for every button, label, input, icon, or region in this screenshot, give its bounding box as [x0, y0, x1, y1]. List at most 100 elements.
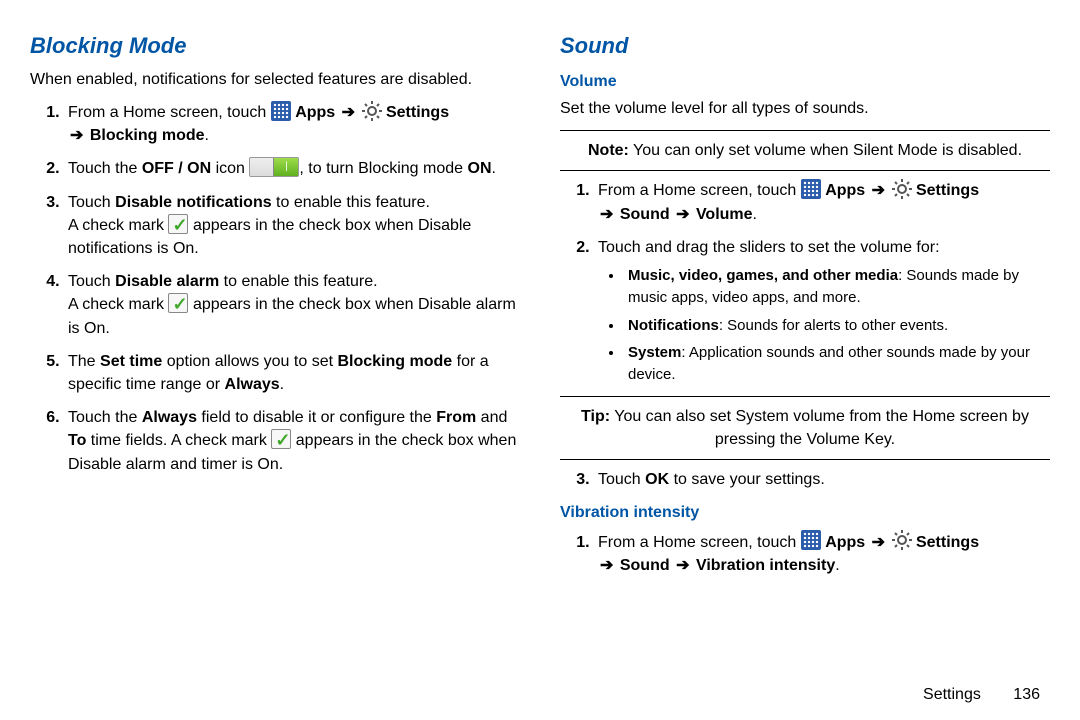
text: Touch the — [68, 409, 142, 426]
settings-label: Settings — [916, 534, 979, 551]
step-3: Touch OK to save your settings. — [594, 468, 1050, 491]
text: and — [476, 409, 507, 426]
text: field to disable it or configure the — [197, 409, 436, 426]
step-2: Touch the OFF / ON icon , to turn Blocki… — [64, 157, 520, 180]
text: icon — [211, 160, 249, 177]
checkmark-icon — [168, 214, 188, 234]
arrow-icon: ➔ — [600, 554, 613, 577]
vibration-label: Vibration intensity — [696, 557, 835, 574]
arrow-icon: ➔ — [600, 203, 613, 226]
text: Touch — [598, 471, 645, 488]
blocking-mode-steps: From a Home screen, touch Apps ➔ Setting… — [30, 101, 520, 476]
apps-icon — [801, 530, 821, 550]
step-3: Touch Disable notifications to enable th… — [64, 191, 520, 261]
manual-page: Blocking Mode When enabled, notification… — [0, 0, 1080, 680]
footer-section: Settings — [923, 686, 981, 703]
label: System — [628, 344, 681, 361]
bullet-media: Music, video, games, and other media: So… — [624, 265, 1050, 309]
blocking-mode-heading: Blocking Mode — [30, 30, 520, 62]
volume-intro: Set the volume level for all types of so… — [560, 97, 1050, 120]
settings-icon — [362, 101, 382, 121]
text: Touch the — [68, 160, 142, 177]
ok-label: OK — [645, 471, 669, 488]
arrow-icon: ➔ — [872, 179, 885, 202]
step-1: From a Home screen, touch Apps ➔ Setting… — [64, 101, 520, 147]
step-1: From a Home screen, touch Apps ➔ Setting… — [594, 531, 1050, 577]
text: : Application sounds and other sounds ma… — [628, 344, 1030, 383]
step-4: Touch Disable alarm to enable this featu… — [64, 270, 520, 340]
note-text: You can only set volume when Silent Mode… — [629, 142, 1022, 159]
left-column: Blocking Mode When enabled, notification… — [30, 30, 520, 670]
text: to enable this feature. — [272, 194, 430, 211]
volume-label: Volume — [696, 206, 753, 223]
text: to enable this feature. — [219, 273, 377, 290]
text: From a Home screen, touch — [68, 104, 271, 121]
note-line: Note: You can only set volume when Silen… — [560, 139, 1050, 162]
divider — [560, 396, 1050, 397]
bullet-system: System: Application sounds and other sou… — [624, 342, 1050, 386]
always-label: Always — [142, 409, 197, 426]
disable-alarm-label: Disable alarm — [115, 273, 219, 290]
settings-icon — [892, 530, 912, 550]
disable-notif-label: Disable notifications — [115, 194, 271, 211]
blocking-mode-label: Blocking mode — [337, 353, 452, 370]
text: A check mark — [68, 217, 168, 234]
settings-label: Settings — [916, 182, 979, 199]
page-footer: Settings 136 — [923, 686, 1040, 704]
set-time-label: Set time — [100, 353, 162, 370]
toggle-icon — [249, 157, 299, 177]
text: Touch and drag the sliders to set the vo… — [598, 239, 940, 256]
apps-label: Apps — [825, 182, 865, 199]
from-label: From — [436, 409, 476, 426]
off-on-label: OFF / ON — [142, 160, 211, 177]
apps-icon — [801, 179, 821, 199]
step-2: Touch and drag the sliders to set the vo… — [594, 236, 1050, 386]
text: Touch — [68, 273, 115, 290]
text: Touch — [68, 194, 115, 211]
label: Music, video, games, and other media — [628, 267, 898, 284]
right-column: Sound Volume Set the volume level for al… — [560, 30, 1050, 670]
tip-text: You can also set System volume from the … — [610, 408, 1029, 448]
always-label: Always — [225, 376, 280, 393]
tip-label: Tip: — [581, 408, 610, 425]
vibration-steps: From a Home screen, touch Apps ➔ Setting… — [560, 531, 1050, 577]
divider — [560, 170, 1050, 171]
text: A check mark — [68, 296, 168, 313]
bullet-notifications: Notifications: Sounds for alerts to othe… — [624, 315, 1050, 337]
text: time fields. A check mark — [86, 432, 271, 449]
on-label: ON — [468, 160, 492, 177]
volume-steps-cont: Touch OK to save your settings. — [560, 468, 1050, 491]
arrow-icon: ➔ — [872, 531, 885, 554]
sound-label: Sound — [620, 206, 670, 223]
divider — [560, 130, 1050, 131]
to-label: To — [68, 432, 86, 449]
volume-bullets: Music, video, games, and other media : So… — [598, 265, 1050, 386]
arrow-icon: ➔ — [676, 554, 689, 577]
footer-page-number: 136 — [1013, 686, 1040, 703]
text: The — [68, 353, 100, 370]
volume-heading: Volume — [560, 70, 1050, 93]
label: Notifications — [628, 317, 719, 334]
apps-label: Apps — [825, 534, 865, 551]
settings-icon — [892, 179, 912, 199]
arrow-icon: ➔ — [70, 124, 83, 147]
text: From a Home screen, touch — [598, 182, 801, 199]
tip-line: Tip: You can also set System volume from… — [560, 405, 1050, 451]
blocking-mode-intro: When enabled, notifications for selected… — [30, 68, 520, 91]
note-label: Note: — [588, 142, 629, 159]
text: to save your settings. — [669, 471, 825, 488]
text: From a Home screen, touch — [598, 534, 801, 551]
step-1: From a Home screen, touch Apps ➔ Setting… — [594, 179, 1050, 225]
checkmark-icon — [168, 293, 188, 313]
text: option allows you to set — [162, 353, 337, 370]
checkmark-icon — [271, 429, 291, 449]
sound-heading: Sound — [560, 30, 1050, 62]
apps-label: Apps — [295, 104, 335, 121]
step-6: Touch the Always field to disable it or … — [64, 406, 520, 476]
arrow-icon: ➔ — [676, 203, 689, 226]
vibration-heading: Vibration intensity — [560, 501, 1050, 524]
apps-icon — [271, 101, 291, 121]
text: : Sounds for alerts to other events. — [719, 317, 948, 334]
blocking-mode-label: Blocking mode — [90, 127, 205, 144]
step-5: The Set time option allows you to set Bl… — [64, 350, 520, 396]
